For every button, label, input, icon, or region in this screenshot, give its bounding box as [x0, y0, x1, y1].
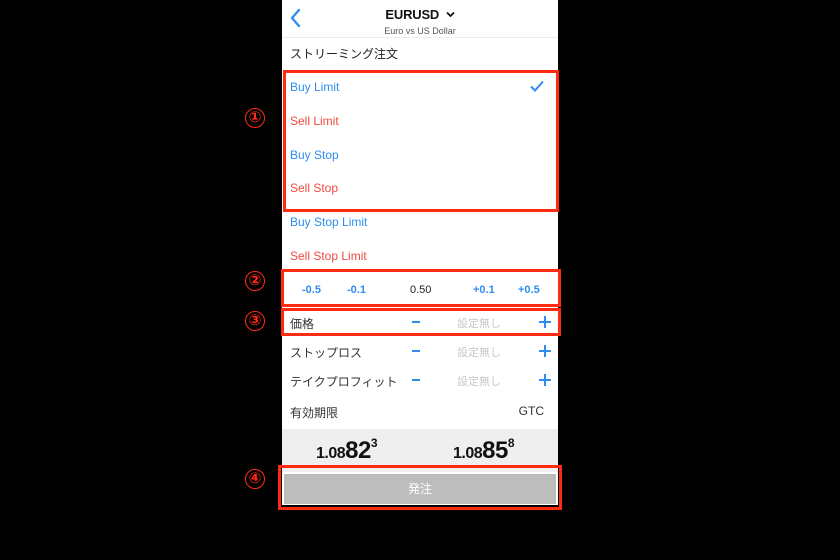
order-type-buy-limit[interactable]: Buy Limit	[290, 80, 339, 94]
take-profit-minus-button[interactable]	[412, 379, 420, 381]
price-plus-button[interactable]	[539, 316, 551, 328]
price-label: 価格	[290, 317, 315, 331]
quote-bar: 1.08823 1.08858	[282, 429, 558, 472]
annotation-marker-1: ①	[245, 108, 265, 128]
price-minus-button[interactable]	[412, 321, 420, 323]
volume-plus-large-button[interactable]: +0.5	[518, 284, 540, 296]
stop-loss-value[interactable]: 設定無し	[457, 344, 501, 360]
take-profit-label: テイクプロフィット	[290, 375, 398, 389]
checkmark-icon	[530, 80, 544, 92]
buy-quote-pips: 85	[482, 437, 508, 464]
place-order-button[interactable]: 発注	[284, 474, 556, 504]
header: EURUSD Euro vs US Dollar	[282, 0, 558, 38]
stop-loss-plus-button[interactable]	[539, 345, 551, 357]
symbol-selector[interactable]: EURUSD Euro vs US Dollar	[282, 6, 558, 36]
volume-plus-small-button[interactable]: +0.1	[473, 284, 495, 296]
price-value[interactable]: 設定無し	[457, 315, 501, 331]
expiry-label: 有効期限	[290, 406, 339, 420]
sell-quote-pips: 82	[345, 437, 371, 464]
volume-minus-large-button[interactable]: -0.5	[302, 284, 321, 296]
stop-loss-label: ストップロス	[290, 346, 363, 360]
symbol-title[interactable]: EURUSD	[385, 7, 439, 22]
stop-loss-minus-button[interactable]	[412, 350, 420, 352]
sell-quote[interactable]: 1.08823	[316, 436, 378, 465]
order-type-sell-stop[interactable]: Sell Stop	[290, 181, 338, 195]
section-title: ストリーミング注文	[290, 47, 399, 61]
order-type-sell-limit[interactable]: Sell Limit	[290, 114, 339, 128]
sell-quote-prefix: 1.08	[316, 445, 346, 462]
order-type-sell-stop-limit[interactable]: Sell Stop Limit	[290, 249, 367, 263]
order-type-buy-stop[interactable]: Buy Stop	[290, 148, 339, 162]
expiry-value[interactable]: GTC	[519, 404, 544, 418]
take-profit-value[interactable]: 設定無し	[457, 373, 501, 389]
volume-minus-small-button[interactable]: -0.1	[347, 284, 366, 296]
annotation-marker-4: ④	[245, 469, 265, 489]
sell-quote-fraction: 3	[370, 436, 378, 450]
symbol-subtitle: Euro vs US Dollar	[384, 26, 456, 36]
annotation-marker-3: ③	[245, 311, 265, 331]
chevron-down-icon[interactable]	[445, 11, 455, 18]
take-profit-plus-button[interactable]	[539, 374, 551, 386]
order-screen: EURUSD Euro vs US Dollar ストリーミング注文 Buy L…	[282, 0, 558, 505]
buy-quote-prefix: 1.08	[453, 445, 483, 462]
buy-quote-fraction: 8	[507, 436, 515, 450]
annotation-marker-2: ②	[245, 271, 265, 291]
buy-quote[interactable]: 1.08858	[453, 436, 515, 465]
volume-value: 0.50	[410, 284, 432, 296]
order-type-buy-stop-limit[interactable]: Buy Stop Limit	[290, 215, 367, 229]
